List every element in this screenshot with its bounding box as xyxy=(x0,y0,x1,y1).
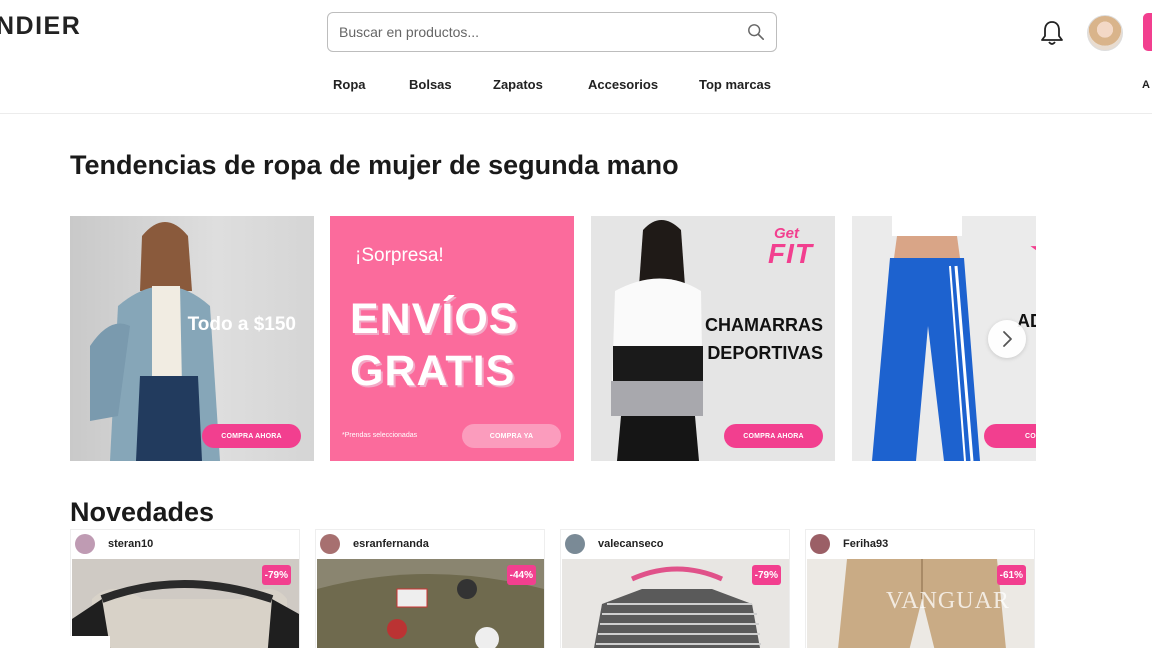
seller-info[interactable]: Feriha93 xyxy=(810,534,888,554)
discount-badge: -79% xyxy=(751,565,781,585)
bell-icon[interactable] xyxy=(1039,19,1065,47)
discount-badge: -44% xyxy=(506,565,536,585)
banner-1-text: Todo a $150 xyxy=(187,314,296,335)
banner-todo-a-150[interactable]: Todo a $150 COMPRA AHORA xyxy=(70,216,314,461)
nav-item-zapatos[interactable]: Zapatos xyxy=(493,77,543,92)
nav-item-accesorios[interactable]: Accesorios xyxy=(588,77,658,92)
sell-button[interactable] xyxy=(1143,13,1152,51)
seller-name: esranfernanda xyxy=(353,538,429,550)
seller-avatar xyxy=(320,534,340,554)
trends-title: Tendencias de ropa de mujer de segunda m… xyxy=(70,150,679,180)
carousel-next-button[interactable] xyxy=(988,320,1026,358)
search-bar[interactable] xyxy=(327,12,777,52)
banner-3-cta-button[interactable]: COMPRA AHORA xyxy=(724,424,823,448)
novedades-title: Novedades xyxy=(70,497,215,527)
nav-item-extra[interactable]: A xyxy=(1142,79,1150,91)
watermark: VANGUAR xyxy=(886,588,1010,614)
banner-chamarras-deportivas[interactable]: Get FIT CHAMARRAS DEPORTIVAS COMPRA AHOR… xyxy=(591,216,835,461)
nav-item-bolsas[interactable]: Bolsas xyxy=(409,77,452,92)
banner-1-cta-button[interactable]: COMPRA AHORA xyxy=(202,424,301,448)
discount-badge: -61% xyxy=(996,565,1026,585)
banner-envios-gratis[interactable]: ¡Sorpresa! ENVÍOS GRATIS *Prendas selecc… xyxy=(330,216,574,461)
seller-avatar xyxy=(810,534,830,554)
user-avatar[interactable] xyxy=(1087,15,1123,51)
model-photo xyxy=(90,222,220,461)
banner-3-text: CHAMARRAS DEPORTIVAS xyxy=(705,311,823,367)
nav-item-ropa[interactable]: Ropa xyxy=(333,77,366,92)
trends-carousel: Todo a $150 COMPRA AHORA ¡Sorpresa! ENVÍ… xyxy=(70,216,1036,461)
discount-badge: -79% xyxy=(261,565,291,585)
seller-name: Feriha93 xyxy=(843,538,889,550)
site-header: NDIER Ropa Bolsas Zapatos Accesorios Top… xyxy=(0,0,1152,114)
seller-info[interactable]: valecanseco xyxy=(565,534,663,554)
banner-2-cta-button[interactable]: COMPRA YA xyxy=(462,424,561,448)
get-fit-badge: Get FIT xyxy=(768,224,813,269)
model-photo xyxy=(872,216,980,461)
logo[interactable]: NDIER xyxy=(0,12,81,41)
banner-3-text-line-2: DEPORTIVAS xyxy=(707,343,823,363)
banner-2-subtitle: ¡Sorpresa! xyxy=(355,245,444,266)
product-card[interactable]: valecanseco -79% xyxy=(560,529,790,648)
banner-2-headline: ENVÍOS GRATIS xyxy=(350,293,519,397)
seller-info[interactable]: esranfernanda xyxy=(320,534,429,554)
banner-3-text-line-1: CHAMARRAS xyxy=(705,315,823,335)
banner-2-headline-line-1: ENVÍOS xyxy=(350,295,519,343)
product-card[interactable]: esranfernanda -44% xyxy=(315,529,545,648)
get-fit-badge-line-2: FIT xyxy=(768,238,813,269)
banner-2-headline-line-2: GRATIS xyxy=(350,347,516,395)
seller-info[interactable]: steran10 xyxy=(75,534,153,554)
model-photo xyxy=(611,220,703,461)
star-icon: ★ xyxy=(1028,228,1036,273)
search-icon[interactable] xyxy=(747,23,765,41)
banner-4-cta-button[interactable]: COM xyxy=(984,424,1036,448)
seller-avatar xyxy=(75,534,95,554)
search-input[interactable] xyxy=(339,13,739,51)
seller-name: steran10 xyxy=(108,538,154,550)
product-card[interactable]: steran10 -79% xyxy=(70,529,300,648)
nav-item-top-marcas[interactable]: Top marcas xyxy=(699,77,771,92)
seller-avatar xyxy=(565,534,585,554)
chevron-right-icon xyxy=(1003,331,1012,347)
seller-name: valecanseco xyxy=(598,538,664,550)
corner-overlay xyxy=(70,636,110,648)
banner-2-note: *Prendas seleccionadas xyxy=(342,432,418,439)
